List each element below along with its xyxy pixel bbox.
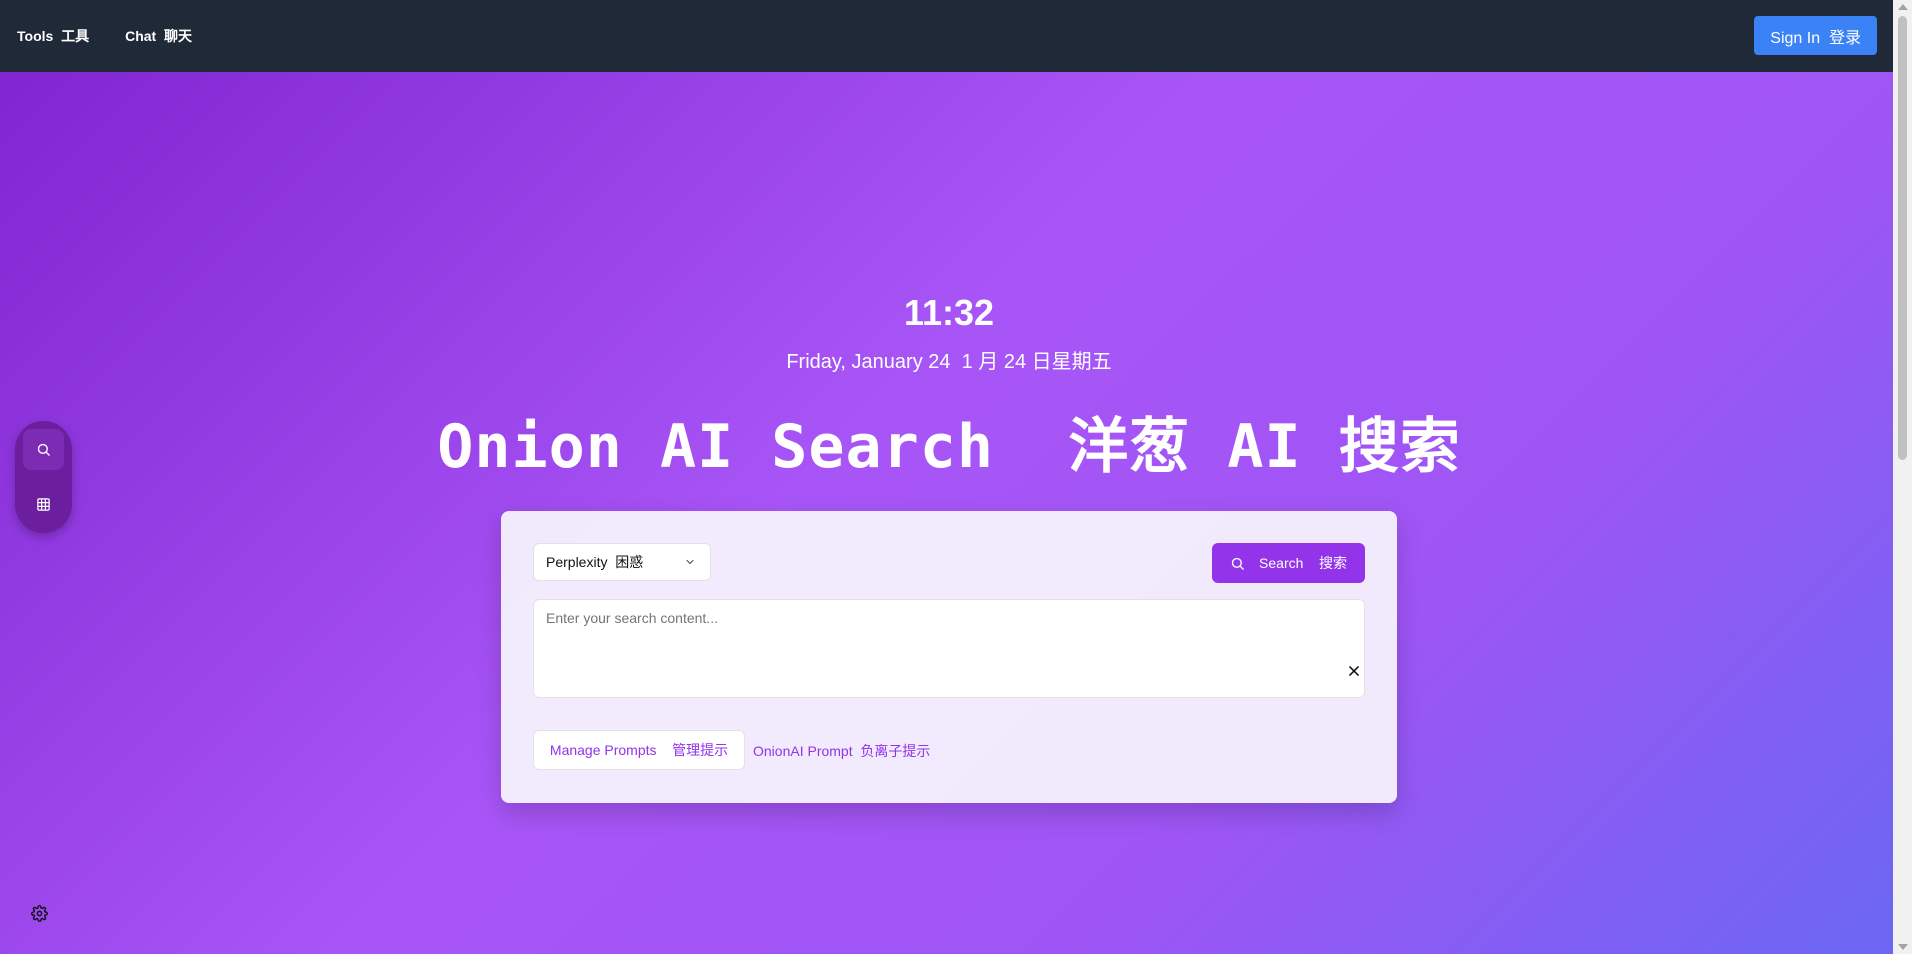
engine-select[interactable]: Perplexity 困惑 xyxy=(533,543,711,581)
gear-icon[interactable] xyxy=(31,905,48,922)
onionai-prompt-link[interactable]: OnionAI Prompt 负离子提示 xyxy=(753,741,930,761)
clock-date: Friday, January 24 1 月 24 日星期五 xyxy=(786,351,1112,373)
scroll-down-arrow[interactable] xyxy=(1898,944,1908,950)
nav-tools-link[interactable]: Tools 工具 xyxy=(17,26,89,46)
nav-chat-link[interactable]: Chat 聊天 xyxy=(125,26,192,46)
search-icon xyxy=(1231,557,1244,570)
close-icon[interactable] xyxy=(1347,664,1361,678)
search-button[interactable]: Search 搜索 xyxy=(1212,543,1365,583)
scroll-thumb[interactable] xyxy=(1898,16,1907,460)
clock-time: 11:32 xyxy=(903,292,995,333)
manage-prompts-button[interactable]: Manage Prompts 管理提示 xyxy=(533,730,745,770)
grid-icon xyxy=(37,498,50,511)
chevron-down-icon xyxy=(686,559,694,565)
scroll-up-arrow[interactable] xyxy=(1898,4,1908,10)
top-navbar: Tools 工具 Chat 聊天 Sign In 登录 xyxy=(0,0,1893,72)
page-title: Onion AI Search 洋葱 AI 搜索 xyxy=(437,412,1461,482)
search-card: Perplexity 困惑 Search 搜索 Manage Prompts 管… xyxy=(501,511,1397,803)
search-button-label: Search 搜索 xyxy=(1259,555,1347,571)
search-input[interactable] xyxy=(533,599,1365,698)
side-grid-button[interactable] xyxy=(23,484,64,525)
sign-in-button[interactable]: Sign In 登录 xyxy=(1754,16,1877,55)
engine-select-value: Perplexity 困惑 xyxy=(546,554,644,570)
